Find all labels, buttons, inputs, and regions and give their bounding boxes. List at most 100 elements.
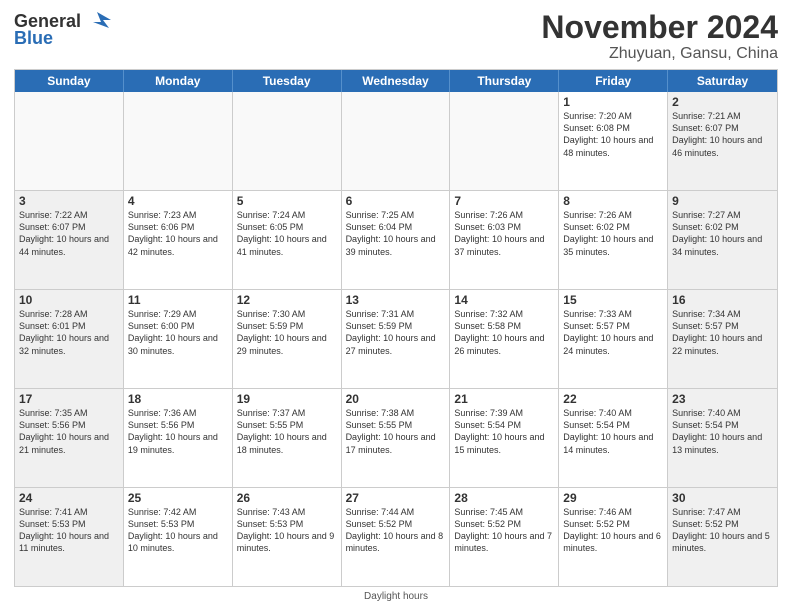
weekday-header: Wednesday bbox=[342, 70, 451, 92]
calendar-row: 24Sunrise: 7:41 AM Sunset: 5:53 PM Dayli… bbox=[15, 487, 777, 586]
calendar-cell: 29Sunrise: 7:46 AM Sunset: 5:52 PM Dayli… bbox=[559, 488, 668, 586]
day-info: Sunrise: 7:20 AM Sunset: 6:08 PM Dayligh… bbox=[563, 110, 663, 159]
day-info: Sunrise: 7:22 AM Sunset: 6:07 PM Dayligh… bbox=[19, 209, 119, 258]
calendar-cell: 21Sunrise: 7:39 AM Sunset: 5:54 PM Dayli… bbox=[450, 389, 559, 487]
calendar-cell: 11Sunrise: 7:29 AM Sunset: 6:00 PM Dayli… bbox=[124, 290, 233, 388]
calendar-cell: 6Sunrise: 7:25 AM Sunset: 6:04 PM Daylig… bbox=[342, 191, 451, 289]
calendar-cell: 3Sunrise: 7:22 AM Sunset: 6:07 PM Daylig… bbox=[15, 191, 124, 289]
day-info: Sunrise: 7:24 AM Sunset: 6:05 PM Dayligh… bbox=[237, 209, 337, 258]
calendar-header: SundayMondayTuesdayWednesdayThursdayFrid… bbox=[15, 70, 777, 92]
calendar-cell: 10Sunrise: 7:28 AM Sunset: 6:01 PM Dayli… bbox=[15, 290, 124, 388]
day-info: Sunrise: 7:29 AM Sunset: 6:00 PM Dayligh… bbox=[128, 308, 228, 357]
calendar-cell: 8Sunrise: 7:26 AM Sunset: 6:02 PM Daylig… bbox=[559, 191, 668, 289]
day-info: Sunrise: 7:23 AM Sunset: 6:06 PM Dayligh… bbox=[128, 209, 228, 258]
calendar-cell: 26Sunrise: 7:43 AM Sunset: 5:53 PM Dayli… bbox=[233, 488, 342, 586]
day-info: Sunrise: 7:40 AM Sunset: 5:54 PM Dayligh… bbox=[563, 407, 663, 456]
day-number: 1 bbox=[563, 95, 663, 109]
day-number: 23 bbox=[672, 392, 773, 406]
day-info: Sunrise: 7:27 AM Sunset: 6:02 PM Dayligh… bbox=[672, 209, 773, 258]
weekday-header: Thursday bbox=[450, 70, 559, 92]
calendar-cell: 24Sunrise: 7:41 AM Sunset: 5:53 PM Dayli… bbox=[15, 488, 124, 586]
day-info: Sunrise: 7:31 AM Sunset: 5:59 PM Dayligh… bbox=[346, 308, 446, 357]
day-number: 4 bbox=[128, 194, 228, 208]
calendar-cell: 16Sunrise: 7:34 AM Sunset: 5:57 PM Dayli… bbox=[668, 290, 777, 388]
day-number: 16 bbox=[672, 293, 773, 307]
day-info: Sunrise: 7:38 AM Sunset: 5:55 PM Dayligh… bbox=[346, 407, 446, 456]
calendar-cell bbox=[15, 92, 124, 190]
logo: General Blue bbox=[14, 10, 111, 49]
calendar-cell: 1Sunrise: 7:20 AM Sunset: 6:08 PM Daylig… bbox=[559, 92, 668, 190]
footer-note: Daylight hours bbox=[14, 591, 778, 602]
day-info: Sunrise: 7:42 AM Sunset: 5:53 PM Dayligh… bbox=[128, 506, 228, 555]
day-number: 30 bbox=[672, 491, 773, 505]
day-info: Sunrise: 7:25 AM Sunset: 6:04 PM Dayligh… bbox=[346, 209, 446, 258]
calendar: SundayMondayTuesdayWednesdayThursdayFrid… bbox=[14, 69, 778, 587]
calendar-row: 17Sunrise: 7:35 AM Sunset: 5:56 PM Dayli… bbox=[15, 388, 777, 487]
day-number: 15 bbox=[563, 293, 663, 307]
header: General Blue November 2024 Zhuyuan, Gans… bbox=[14, 10, 778, 63]
day-info: Sunrise: 7:26 AM Sunset: 6:03 PM Dayligh… bbox=[454, 209, 554, 258]
day-number: 18 bbox=[128, 392, 228, 406]
calendar-cell: 9Sunrise: 7:27 AM Sunset: 6:02 PM Daylig… bbox=[668, 191, 777, 289]
calendar-row: 10Sunrise: 7:28 AM Sunset: 6:01 PM Dayli… bbox=[15, 289, 777, 388]
day-number: 20 bbox=[346, 392, 446, 406]
day-number: 9 bbox=[672, 194, 773, 208]
calendar-cell bbox=[342, 92, 451, 190]
day-number: 13 bbox=[346, 293, 446, 307]
calendar-cell bbox=[124, 92, 233, 190]
day-info: Sunrise: 7:33 AM Sunset: 5:57 PM Dayligh… bbox=[563, 308, 663, 357]
weekday-header: Sunday bbox=[15, 70, 124, 92]
calendar-row: 1Sunrise: 7:20 AM Sunset: 6:08 PM Daylig… bbox=[15, 92, 777, 190]
day-info: Sunrise: 7:28 AM Sunset: 6:01 PM Dayligh… bbox=[19, 308, 119, 357]
day-info: Sunrise: 7:47 AM Sunset: 5:52 PM Dayligh… bbox=[672, 506, 773, 555]
location-title: Zhuyuan, Gansu, China bbox=[541, 45, 778, 63]
day-info: Sunrise: 7:35 AM Sunset: 5:56 PM Dayligh… bbox=[19, 407, 119, 456]
day-info: Sunrise: 7:37 AM Sunset: 5:55 PM Dayligh… bbox=[237, 407, 337, 456]
calendar-cell: 12Sunrise: 7:30 AM Sunset: 5:59 PM Dayli… bbox=[233, 290, 342, 388]
day-number: 10 bbox=[19, 293, 119, 307]
day-number: 7 bbox=[454, 194, 554, 208]
day-number: 21 bbox=[454, 392, 554, 406]
day-info: Sunrise: 7:39 AM Sunset: 5:54 PM Dayligh… bbox=[454, 407, 554, 456]
calendar-cell bbox=[233, 92, 342, 190]
day-info: Sunrise: 7:34 AM Sunset: 5:57 PM Dayligh… bbox=[672, 308, 773, 357]
day-number: 12 bbox=[237, 293, 337, 307]
day-number: 6 bbox=[346, 194, 446, 208]
day-number: 29 bbox=[563, 491, 663, 505]
calendar-cell: 15Sunrise: 7:33 AM Sunset: 5:57 PM Dayli… bbox=[559, 290, 668, 388]
day-info: Sunrise: 7:43 AM Sunset: 5:53 PM Dayligh… bbox=[237, 506, 337, 555]
calendar-cell: 4Sunrise: 7:23 AM Sunset: 6:06 PM Daylig… bbox=[124, 191, 233, 289]
calendar-cell: 22Sunrise: 7:40 AM Sunset: 5:54 PM Dayli… bbox=[559, 389, 668, 487]
day-info: Sunrise: 7:46 AM Sunset: 5:52 PM Dayligh… bbox=[563, 506, 663, 555]
day-number: 19 bbox=[237, 392, 337, 406]
day-number: 2 bbox=[672, 95, 773, 109]
day-info: Sunrise: 7:40 AM Sunset: 5:54 PM Dayligh… bbox=[672, 407, 773, 456]
day-number: 17 bbox=[19, 392, 119, 406]
weekday-header: Saturday bbox=[668, 70, 777, 92]
day-info: Sunrise: 7:41 AM Sunset: 5:53 PM Dayligh… bbox=[19, 506, 119, 555]
day-number: 14 bbox=[454, 293, 554, 307]
weekday-header: Monday bbox=[124, 70, 233, 92]
day-info: Sunrise: 7:30 AM Sunset: 5:59 PM Dayligh… bbox=[237, 308, 337, 357]
calendar-cell: 30Sunrise: 7:47 AM Sunset: 5:52 PM Dayli… bbox=[668, 488, 777, 586]
calendar-row: 3Sunrise: 7:22 AM Sunset: 6:07 PM Daylig… bbox=[15, 190, 777, 289]
day-number: 24 bbox=[19, 491, 119, 505]
calendar-cell: 7Sunrise: 7:26 AM Sunset: 6:03 PM Daylig… bbox=[450, 191, 559, 289]
day-number: 22 bbox=[563, 392, 663, 406]
calendar-body: 1Sunrise: 7:20 AM Sunset: 6:08 PM Daylig… bbox=[15, 92, 777, 586]
calendar-cell: 2Sunrise: 7:21 AM Sunset: 6:07 PM Daylig… bbox=[668, 92, 777, 190]
logo-bird-icon bbox=[83, 10, 111, 32]
day-info: Sunrise: 7:21 AM Sunset: 6:07 PM Dayligh… bbox=[672, 110, 773, 159]
calendar-cell: 25Sunrise: 7:42 AM Sunset: 5:53 PM Dayli… bbox=[124, 488, 233, 586]
calendar-cell: 18Sunrise: 7:36 AM Sunset: 5:56 PM Dayli… bbox=[124, 389, 233, 487]
day-number: 27 bbox=[346, 491, 446, 505]
calendar-cell: 5Sunrise: 7:24 AM Sunset: 6:05 PM Daylig… bbox=[233, 191, 342, 289]
calendar-cell: 19Sunrise: 7:37 AM Sunset: 5:55 PM Dayli… bbox=[233, 389, 342, 487]
day-info: Sunrise: 7:44 AM Sunset: 5:52 PM Dayligh… bbox=[346, 506, 446, 555]
month-title: November 2024 bbox=[541, 10, 778, 45]
day-info: Sunrise: 7:45 AM Sunset: 5:52 PM Dayligh… bbox=[454, 506, 554, 555]
day-number: 26 bbox=[237, 491, 337, 505]
day-info: Sunrise: 7:36 AM Sunset: 5:56 PM Dayligh… bbox=[128, 407, 228, 456]
calendar-cell bbox=[450, 92, 559, 190]
calendar-cell: 28Sunrise: 7:45 AM Sunset: 5:52 PM Dayli… bbox=[450, 488, 559, 586]
